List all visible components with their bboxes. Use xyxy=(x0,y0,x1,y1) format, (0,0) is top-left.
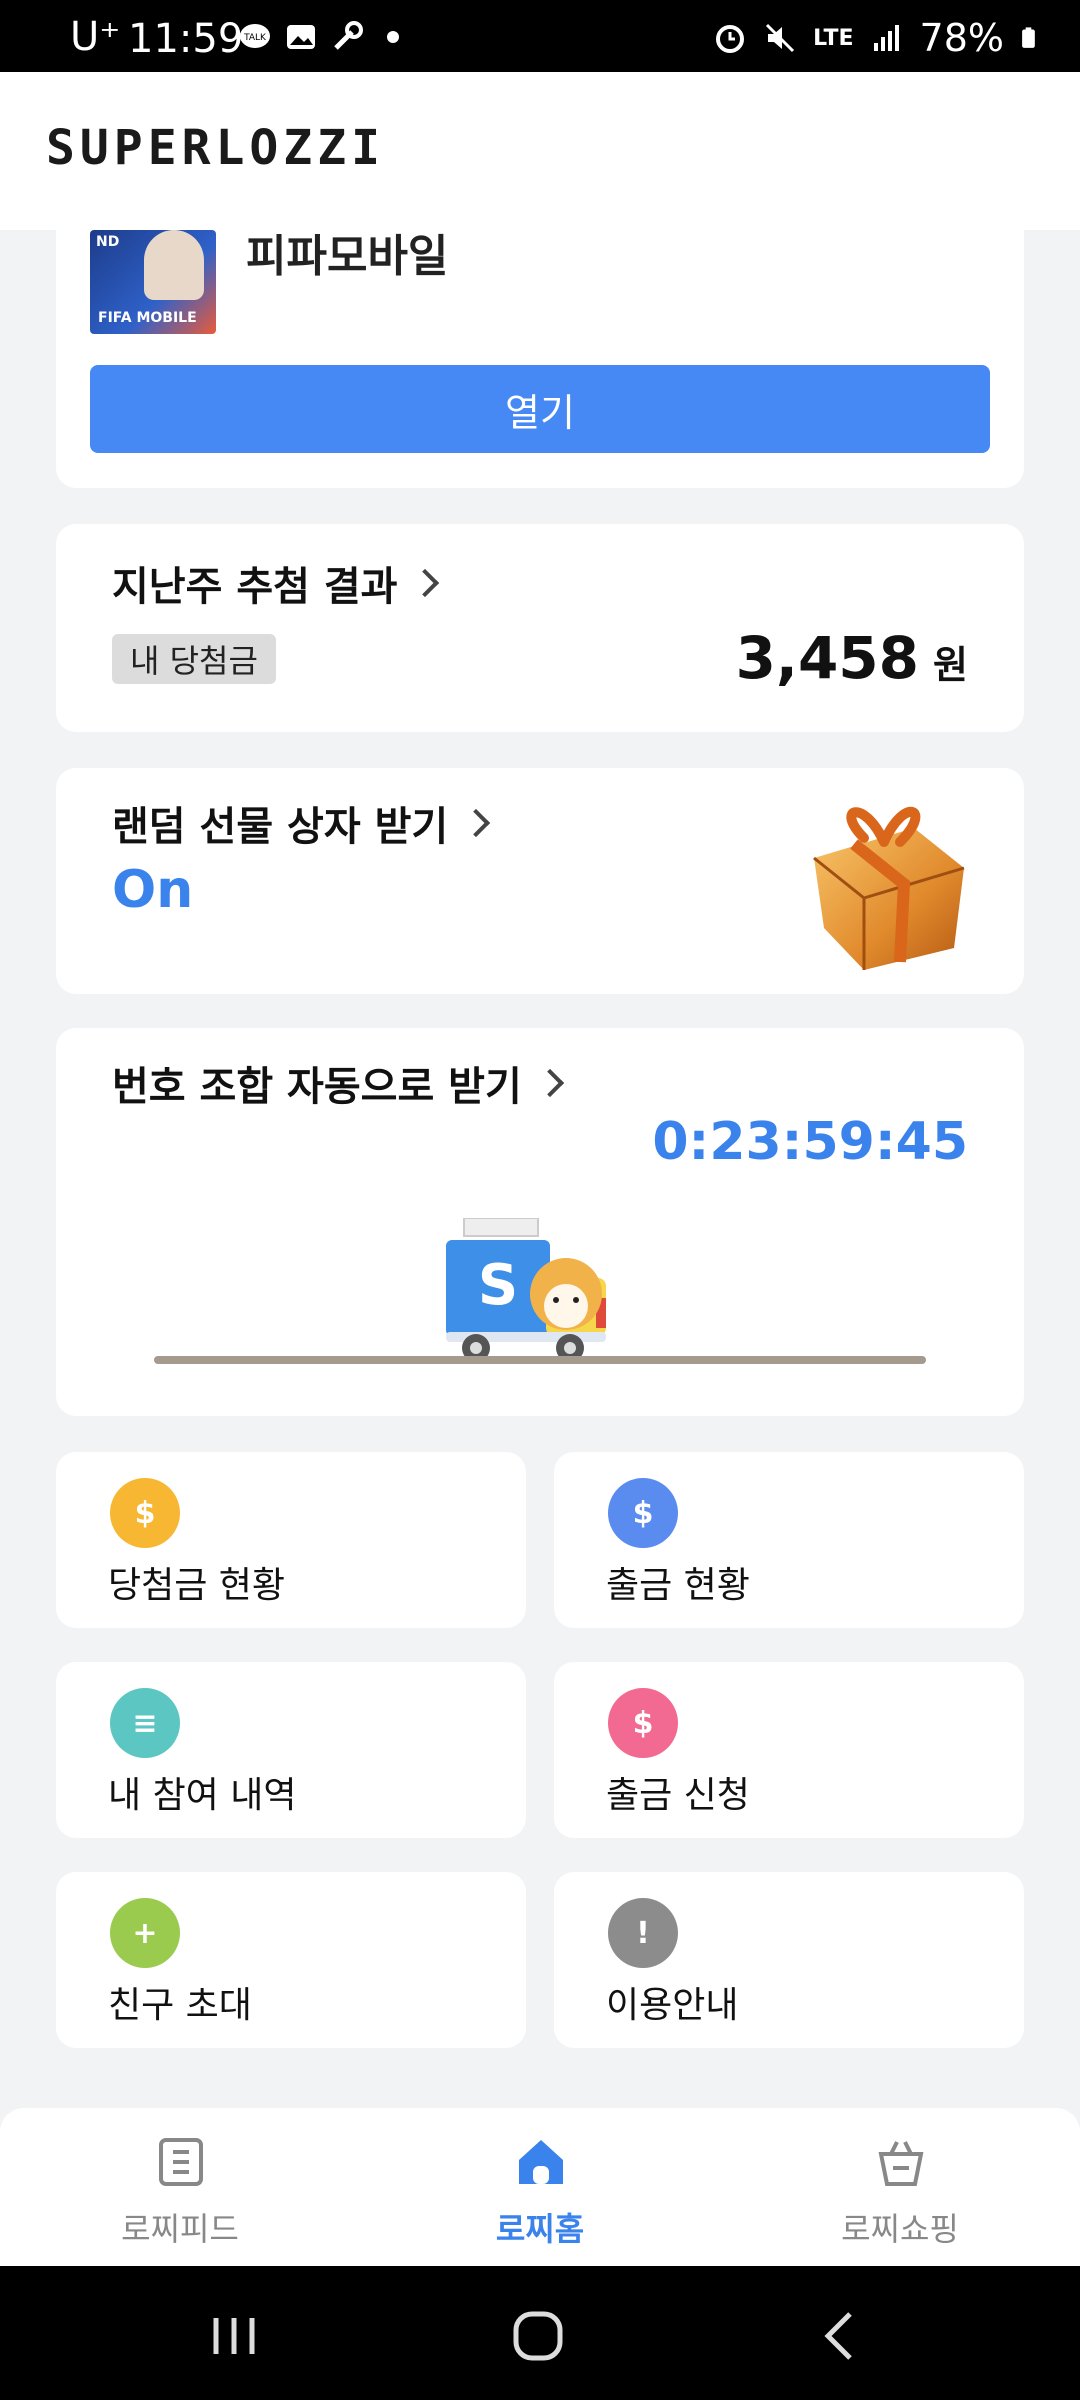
auto-card-title: 번호 조합 자동으로 받기 xyxy=(112,1064,522,1110)
menu-withdraw-status[interactable]: $ 출금 현황 xyxy=(554,1452,1024,1628)
add-friend-icon: + xyxy=(110,1898,180,1968)
status-bar: U⁺ 11:59 TALK LTE 78% xyxy=(0,0,1080,72)
menu-withdraw-request[interactable]: $ 출금 신청 xyxy=(554,1662,1024,1838)
shopping-bag-icon xyxy=(878,2141,924,2186)
status-time: 11:59 xyxy=(128,16,244,62)
menu-label: 내 참여 내역 xyxy=(108,1775,297,1816)
menu-invite-friend[interactable]: + 친구 초대 xyxy=(56,1872,526,2048)
home-button-icon[interactable] xyxy=(508,2306,568,2366)
road-line xyxy=(154,1356,926,1364)
tool-icon xyxy=(334,21,363,50)
atm-icon: $ xyxy=(608,1478,678,1548)
nav-label: 로찌피드 xyxy=(121,2210,239,2248)
dot-icon xyxy=(387,31,399,43)
gallery-icon xyxy=(287,25,315,49)
nav-item-shopping[interactable]: 로찌쇼핑 xyxy=(720,2108,1080,2266)
gift-card-title: 랜덤 선물 상자 받기 xyxy=(112,804,449,850)
menu-label: 출금 신청 xyxy=(606,1775,750,1816)
mute-icon xyxy=(766,23,795,53)
gift-box-icon xyxy=(813,807,965,970)
chevron-right-icon xyxy=(462,808,491,838)
open-button[interactable]: 열기 xyxy=(90,365,990,453)
result-card-title: 지난주 추첨 결과 xyxy=(112,564,398,610)
countdown-timer: 0:23:59:45 xyxy=(652,1112,968,1172)
gift-status: On xyxy=(112,860,194,920)
delivery-truck-icon: S xyxy=(446,1218,606,1362)
home-icon xyxy=(519,2140,563,2184)
chevron-right-icon xyxy=(411,568,440,598)
app-header: SUPERLOZZI xyxy=(0,72,1080,230)
menu-participation-history[interactable]: ≡ 내 참여 내역 xyxy=(56,1662,526,1838)
talk-icon: TALK xyxy=(240,24,270,48)
menu-winnings-status[interactable]: $ 당첨금 현황 xyxy=(56,1452,526,1628)
nav-item-feed[interactable]: 로찌피드 xyxy=(0,2108,360,2266)
recent-apps-icon[interactable] xyxy=(204,2306,264,2366)
winnings-amount: 3,458 원 xyxy=(736,624,968,692)
svg-text:S: S xyxy=(478,1253,518,1318)
random-gift-card[interactable]: 랜덤 선물 상자 받기 On xyxy=(56,768,1024,994)
signal-icon xyxy=(873,25,899,51)
last-week-result-card[interactable]: 지난주 추첨 결과 내 당첨금 3,458 원 xyxy=(56,524,1024,732)
menu-label: 친구 초대 xyxy=(108,1985,252,2026)
my-winnings-badge: 내 당첨금 xyxy=(112,634,276,684)
back-icon[interactable] xyxy=(812,2306,872,2366)
withdraw-request-icon: $ xyxy=(608,1688,678,1758)
amount-value: 3,458 xyxy=(735,624,920,692)
system-navigation-bar xyxy=(0,2266,1080,2400)
menu-label: 출금 현황 xyxy=(606,1565,750,1606)
wallet-icon: $ xyxy=(110,1478,180,1548)
nav-label: 로찌홈 xyxy=(495,2210,585,2248)
menu-usage-guide[interactable]: ! 이용안내 xyxy=(554,1872,1024,2048)
carrier-label: U⁺ xyxy=(70,14,121,60)
nav-item-home[interactable]: 로찌홈 xyxy=(360,2108,720,2266)
battery-percent: 78% xyxy=(919,16,1004,60)
auto-number-card[interactable]: 번호 조합 자동으로 받기 0:23:59:45 S xyxy=(56,1028,1024,1416)
warning-icon: ! xyxy=(608,1898,678,1968)
network-type: LTE xyxy=(813,25,854,51)
chevron-right-icon xyxy=(535,1068,564,1098)
amount-unit: 원 xyxy=(933,643,968,687)
feed-icon xyxy=(159,2138,203,2186)
thumb-brand: FIFA MOBILE xyxy=(98,310,197,326)
app-logo[interactable]: SUPERLOZZI xyxy=(46,120,385,176)
nav-label: 로찌쇼핑 xyxy=(841,2210,959,2248)
bottom-navigation: 로찌피드 로찌홈 로찌쇼핑 xyxy=(0,2108,1080,2266)
menu-label: 당첨금 현황 xyxy=(108,1565,286,1606)
battery-icon xyxy=(1022,27,1035,48)
game-thumbnail[interactable]: ND FIFA MOBILE xyxy=(90,230,216,334)
menu-label: 이용안내 xyxy=(606,1985,739,2026)
thumb-badge: ND xyxy=(96,234,120,250)
alarm-icon xyxy=(716,25,745,53)
ticket-icon: ≡ xyxy=(110,1688,180,1758)
svg-text:TALK: TALK xyxy=(243,33,267,43)
